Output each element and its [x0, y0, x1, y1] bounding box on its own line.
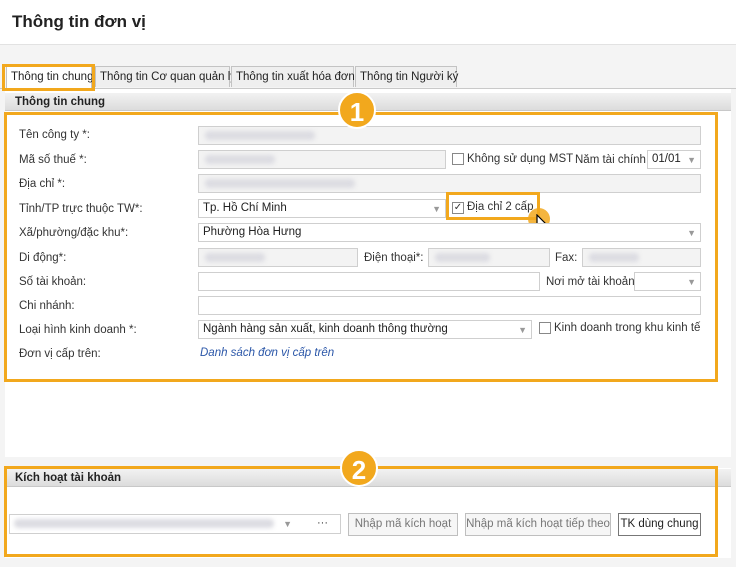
- bank-account-label: Số tài khoản:: [19, 276, 87, 288]
- branch-field[interactable]: [198, 296, 701, 315]
- tab-invoice[interactable]: Thông tin xuất hóa đơn: [231, 66, 355, 87]
- branch-label: Chi nhánh:: [19, 300, 75, 312]
- tab-signer[interactable]: Thông tin Người ký: [355, 66, 458, 87]
- fax-label: Fax:: [555, 252, 578, 264]
- chevron-down-icon: ▼: [687, 155, 696, 165]
- chevron-down-icon: ▼: [687, 277, 696, 287]
- chevron-down-icon: ▼: [432, 204, 441, 214]
- address-label: Địa chỉ *:: [19, 178, 66, 190]
- economic-zone-checkbox[interactable]: [539, 322, 551, 334]
- business-type-label: Loại hình kinh doanh *:: [19, 324, 137, 336]
- company-name-field[interactable]: [198, 126, 701, 145]
- phone-field[interactable]: [428, 248, 550, 267]
- business-type-value: Ngành hàng sản xuất, kinh doanh thông th…: [203, 323, 448, 335]
- two-level-address-label: Địa chỉ 2 cấp: [467, 201, 534, 213]
- bank-account-field[interactable]: [198, 272, 540, 291]
- fax-field[interactable]: [582, 248, 701, 267]
- two-level-address-checkbox[interactable]: ✓: [452, 202, 464, 214]
- chevron-down-icon: ▼: [687, 228, 696, 238]
- no-tax-code-checkbox[interactable]: [452, 153, 464, 165]
- fiscal-year-select[interactable]: 01/01 ▼: [647, 150, 701, 169]
- province-value: Tp. Hồ Chí Minh: [203, 202, 287, 214]
- business-type-select[interactable]: Ngành hàng sản xuất, kinh doanh thông th…: [198, 320, 532, 339]
- economic-zone-label: Kinh doanh trong khu kinh tế: [554, 322, 701, 334]
- phone-label: Điện thoại*:: [364, 252, 424, 264]
- chevron-down-icon: ▼: [518, 325, 527, 335]
- tax-code-field[interactable]: [198, 150, 446, 169]
- province-select[interactable]: Tp. Hồ Chí Minh ▼: [198, 199, 446, 218]
- activation-account-select[interactable]: ▼ ···: [9, 514, 341, 534]
- fiscal-year-label: Năm tài chính:: [575, 154, 650, 166]
- tab-authority[interactable]: Thông tin Cơ quan quản lý: [95, 66, 236, 87]
- tab-strip: Thông tin chung Thông tin Cơ quan quản l…: [0, 66, 736, 89]
- bank-place-label: Nơi mở tài khoản:: [546, 276, 638, 288]
- parent-unit-label: Đơn vị cấp trên:: [19, 348, 101, 360]
- parent-unit-link[interactable]: Danh sách đơn vị cấp trên: [200, 347, 334, 359]
- ward-label: Xã/phường/đặc khu*:: [19, 227, 129, 239]
- title-bar: Thông tin đơn vị: [0, 0, 736, 45]
- chevron-down-icon: ▼: [283, 519, 292, 529]
- more-button[interactable]: ···: [317, 515, 328, 532]
- tab-general[interactable]: Thông tin chung: [6, 66, 93, 89]
- ward-value: Phường Hòa Hưng: [203, 226, 302, 238]
- mobile-field[interactable]: [198, 248, 358, 267]
- shared-account-button[interactable]: TK dùng chung: [618, 513, 701, 536]
- bank-place-select[interactable]: ▼: [634, 272, 701, 291]
- province-label: Tỉnh/TP trực thuộc TW*:: [19, 203, 143, 215]
- enter-activation-code-button[interactable]: Nhập mã kích hoạt: [348, 513, 458, 536]
- fiscal-year-value: 01/01: [652, 153, 681, 165]
- address-field[interactable]: [198, 174, 701, 193]
- page-title: Thông tin đơn vị: [12, 12, 146, 31]
- callout-badge-1: 1: [338, 91, 376, 129]
- company-name-label: Tên công ty *:: [19, 129, 90, 141]
- enter-next-activation-code-button[interactable]: Nhập mã kích hoạt tiếp theo: [465, 513, 611, 536]
- tax-code-label: Mã số thuế *:: [19, 154, 87, 166]
- callout-badge-2: 2: [340, 449, 378, 487]
- no-tax-code-label: Không sử dụng MST: [467, 153, 574, 165]
- ward-select[interactable]: Phường Hòa Hưng ▼: [198, 223, 701, 242]
- mobile-label: Di động*:: [19, 252, 67, 264]
